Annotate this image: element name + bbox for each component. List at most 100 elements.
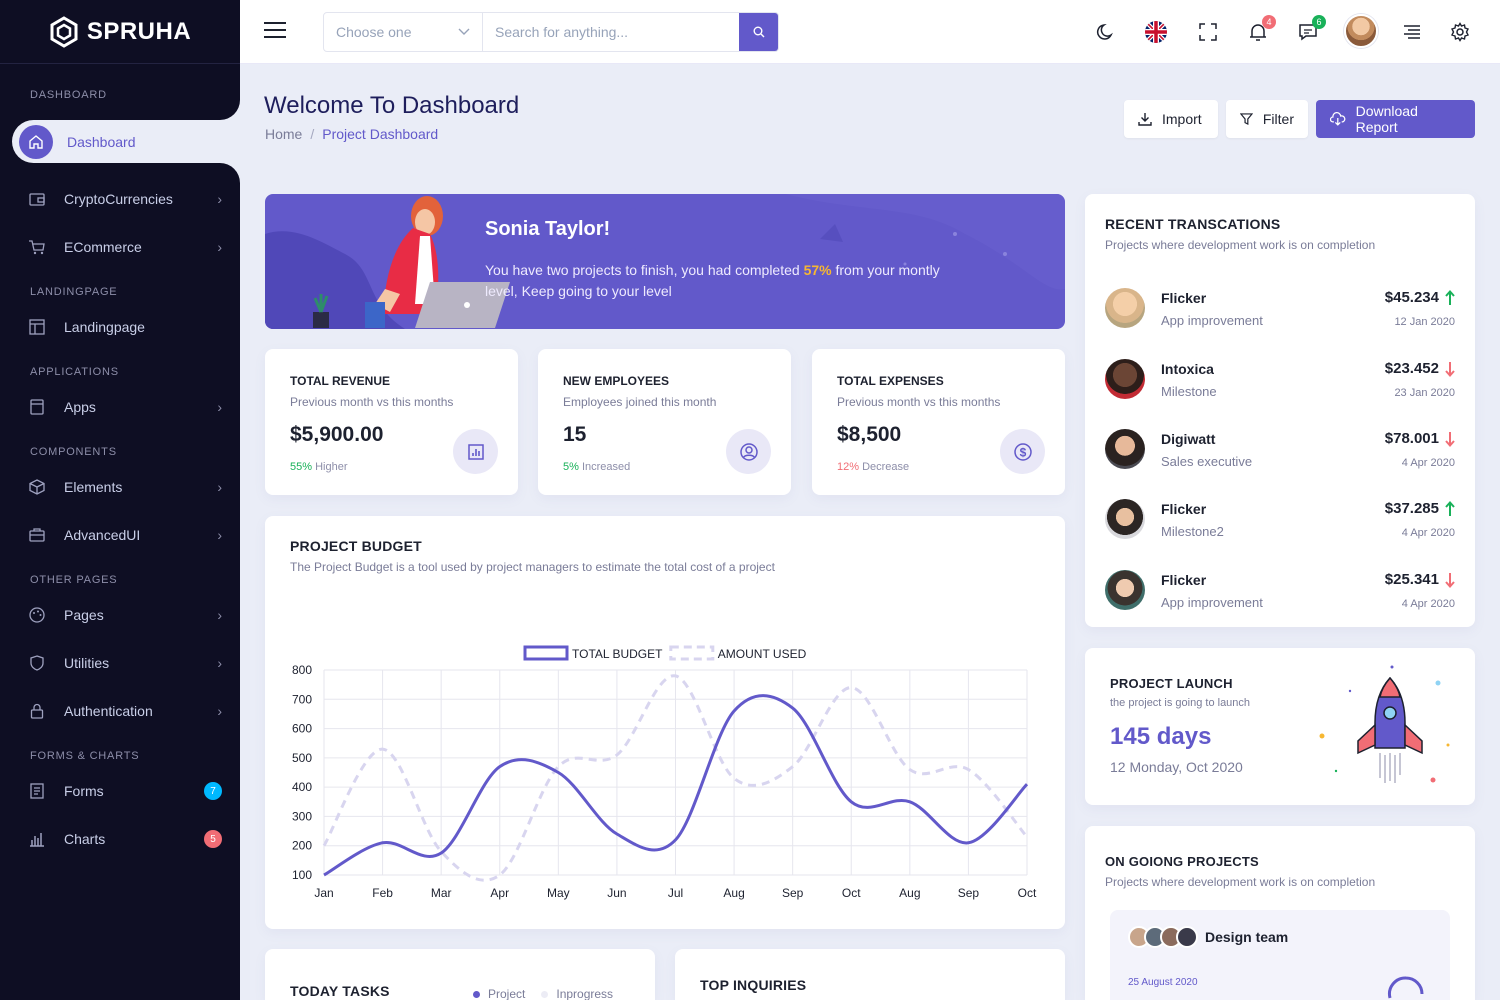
report-icon	[453, 429, 498, 474]
x-tick-label: Apr	[490, 886, 509, 900]
project-date: 25 August 2020	[1128, 977, 1198, 988]
y-tick-label: 800	[292, 663, 312, 677]
shield-icon	[30, 655, 44, 671]
sidebar-item-authentication[interactable]: Authentication ›	[0, 687, 240, 735]
sidebar-item-advancedui[interactable]: AdvancedUI ›	[0, 511, 240, 559]
filter-button[interactable]: Filter	[1226, 100, 1308, 138]
sidebar-item-ecommerce[interactable]: ECommerce ›	[0, 223, 240, 271]
user-avatar[interactable]	[1344, 14, 1378, 48]
x-tick-label: Aug	[723, 886, 744, 900]
card-title: TOP INQUIRIES	[700, 977, 807, 993]
x-tick-label: Oct	[842, 886, 861, 900]
chevron-right-icon: ›	[217, 399, 222, 415]
y-tick-label: 300	[292, 809, 312, 823]
ongoing-projects-card: ON GOIONG PROJECTS Projects where develo…	[1085, 826, 1475, 1000]
menu-category-landing: LANDINGPAGE	[30, 286, 118, 298]
fullscreen-button[interactable]	[1196, 20, 1220, 44]
category-select[interactable]: Choose one	[324, 13, 483, 51]
breadcrumb: Home / Project Dashboard	[265, 126, 438, 142]
y-tick-label: 200	[292, 839, 312, 853]
sidebar-item-pages[interactable]: Pages ›	[0, 591, 240, 639]
arrow-down-icon	[1445, 431, 1455, 447]
align-right-icon	[1404, 25, 1420, 39]
card-title: RECENT TRANSCATIONS	[1105, 216, 1281, 232]
sidebar-item-forms[interactable]: Forms 7	[0, 767, 240, 815]
x-tick-label: Mar	[431, 886, 452, 900]
project-launch-card: PROJECT LAUNCH the project is going to l…	[1085, 648, 1475, 805]
y-tick-label: 600	[292, 722, 312, 736]
welcome-banner: Sonia Taylor! You have two projects to f…	[265, 194, 1065, 329]
notifications-button[interactable]: 4	[1246, 15, 1276, 44]
sidebar-item-dashboard[interactable]: Dashboard	[16, 122, 136, 161]
stat-card-revenue: TOTAL REVENUE Previous month vs this mon…	[265, 349, 518, 495]
sidebar-item-elements[interactable]: Elements ›	[0, 463, 240, 511]
progress-ring	[1388, 976, 1424, 999]
sidebar-right-toggle[interactable]	[1400, 20, 1424, 44]
form-icon	[30, 783, 44, 799]
search-button[interactable]	[739, 13, 778, 51]
budget-line-chart: 100 200 300 400 500 600 700 800 Jan Feb Mar Apr May J…	[292, 645, 1037, 900]
settings-button[interactable]	[1448, 20, 1472, 44]
search-icon	[753, 26, 764, 38]
card-title: PROJECT BUDGET	[290, 538, 422, 554]
page-title: Welcome To Dashboard	[264, 92, 520, 119]
card-subtitle: Projects where development work is on co…	[1105, 238, 1376, 252]
apps-icon	[30, 399, 44, 415]
arrow-down-icon	[1445, 572, 1455, 588]
transaction-row[interactable]: Flicker App improvement $25.341 4 Apr 20…	[1105, 566, 1455, 626]
gear-icon	[1451, 22, 1469, 42]
y-tick-label: 400	[292, 780, 312, 794]
transaction-row[interactable]: Flicker App improvement $45.234 12 Jan 2…	[1105, 284, 1455, 344]
project-item[interactable]: Design team 25 August 2020	[1110, 910, 1450, 1000]
legend-swatch	[523, 645, 569, 661]
sidebar-item-apps[interactable]: Apps ›	[0, 383, 240, 431]
home-icon	[19, 124, 53, 159]
search-input[interactable]	[483, 13, 739, 51]
sidebar-item-charts[interactable]: Charts 5	[0, 815, 240, 863]
messages-button[interactable]: 6	[1296, 15, 1326, 44]
svg-text:$: $	[1019, 445, 1026, 459]
download-report-button[interactable]: Download Report	[1316, 100, 1475, 138]
messages-badge: 6	[1312, 15, 1326, 29]
sidebar-item-utilities[interactable]: Utilities ›	[0, 639, 240, 687]
legend-dot	[541, 991, 549, 998]
y-tick-label: 100	[292, 868, 312, 882]
layout-icon	[29, 319, 45, 335]
transaction-row[interactable]: Intoxica Milestone $23.452 23 Jan 2020	[1105, 355, 1455, 415]
breadcrumb-separator: /	[310, 126, 315, 142]
x-tick-label: Feb	[372, 886, 393, 900]
breadcrumb-home[interactable]: Home	[265, 126, 302, 142]
moon-icon	[1096, 23, 1113, 40]
bar-chart-icon	[30, 833, 44, 847]
user-circle-icon	[726, 429, 771, 474]
language-selector[interactable]	[1144, 20, 1168, 44]
menu-toggle-icon[interactable]	[264, 22, 286, 42]
lock-icon	[30, 703, 44, 719]
stat-card-expenses: TOTAL EXPENSES Previous month vs this mo…	[812, 349, 1065, 495]
chevron-right-icon: ›	[217, 607, 222, 623]
x-tick-label: May	[547, 886, 570, 900]
transaction-row[interactable]: Digiwatt Sales executive $78.001 4 Apr 2…	[1105, 425, 1455, 485]
sidebar-item-label: Dashboard	[67, 133, 136, 150]
transaction-row[interactable]: Flicker Milestone2 $37.285 4 Apr 2020	[1105, 495, 1455, 555]
chevron-right-icon: ›	[217, 655, 222, 671]
sidebar-item-cryptocurrencies[interactable]: CryptoCurrencies ›	[0, 175, 240, 223]
chevron-right-icon: ›	[217, 239, 222, 255]
filter-icon	[1240, 113, 1253, 126]
menu-category-forms: FORMS & CHARTS	[30, 750, 140, 762]
sidebar-item-landingpage[interactable]: Landingpage	[0, 303, 240, 351]
logo-icon	[50, 15, 78, 48]
cube-icon	[29, 479, 45, 495]
cloud-download-icon	[1330, 112, 1346, 126]
briefcase-icon	[29, 528, 45, 542]
rocket-illustration	[1319, 665, 1450, 783]
x-tick-label: Jun	[607, 886, 626, 900]
download-icon	[1138, 113, 1152, 126]
project-budget-card: PROJECT BUDGET The Project Budget is a t…	[265, 516, 1065, 929]
arrow-down-icon	[1445, 361, 1455, 377]
dark-mode-toggle[interactable]	[1094, 20, 1118, 44]
logo[interactable]: SPRUHA	[0, 0, 240, 64]
menu-category-dashboard: DASHBOARD	[30, 89, 107, 101]
import-button[interactable]: Import	[1124, 100, 1218, 138]
banner-percent: 57%	[803, 262, 832, 278]
